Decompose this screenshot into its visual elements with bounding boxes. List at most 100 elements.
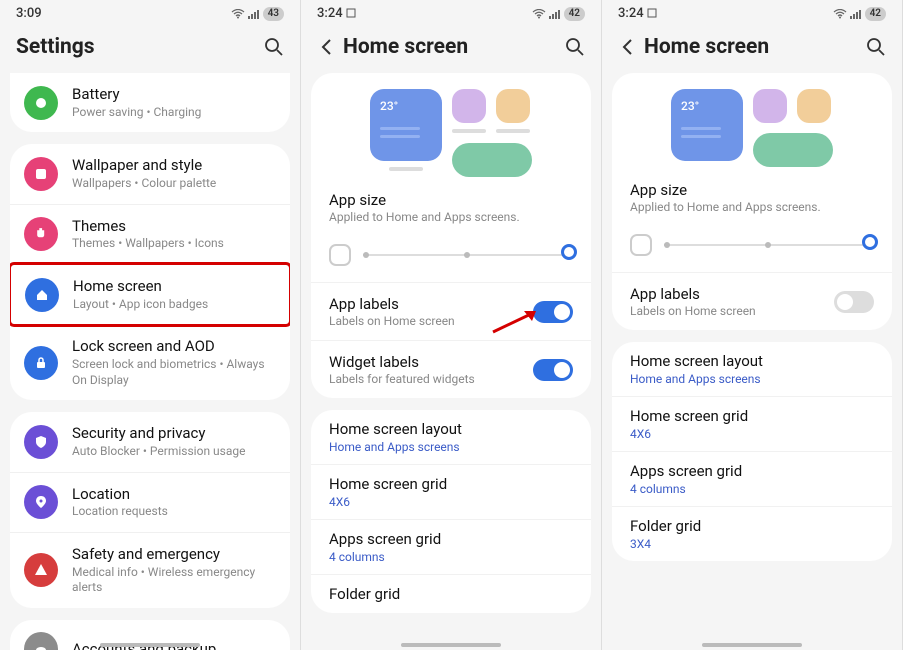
row-sub: Auto Blocker • Permission usage bbox=[72, 444, 276, 460]
slider-track[interactable] bbox=[664, 235, 874, 255]
widget-preview-icon bbox=[452, 143, 532, 177]
sect-title: App size bbox=[329, 191, 573, 209]
signal-icon bbox=[549, 9, 561, 19]
row-apps-grid[interactable]: Apps screen grid 4 columns bbox=[311, 519, 591, 574]
shield-icon bbox=[24, 425, 58, 459]
signal-icon bbox=[850, 9, 862, 19]
row-home-grid[interactable]: Home screen grid 4X6 bbox=[612, 396, 892, 451]
slider-thumb[interactable] bbox=[561, 244, 577, 260]
header: Home screen bbox=[301, 25, 601, 73]
toggle-title: Widget labels bbox=[329, 353, 533, 371]
phone-home-screen-labels-on: 3:24 42 Home screen 23° bbox=[301, 0, 602, 650]
app-preview-icon bbox=[496, 89, 530, 123]
nav-bar-icon[interactable] bbox=[401, 643, 501, 647]
sect-title: App size bbox=[630, 181, 874, 199]
widget-preview-icon bbox=[753, 133, 833, 167]
nav-bar-icon[interactable] bbox=[702, 643, 802, 647]
nav-sub: Home and Apps screens bbox=[630, 372, 874, 386]
home-icon bbox=[25, 278, 59, 312]
back-button[interactable] bbox=[618, 37, 644, 57]
toggle-text: Widget labels Labels for featured widget… bbox=[329, 353, 533, 386]
row-location[interactable]: Location Location requests bbox=[10, 472, 290, 532]
page-title: Settings bbox=[16, 35, 258, 59]
row-themes[interactable]: Themes Themes • Wallpapers • Icons bbox=[10, 204, 290, 264]
app-preview-icon bbox=[797, 89, 831, 123]
nav-sub: 4X6 bbox=[630, 427, 874, 441]
back-button[interactable] bbox=[317, 37, 343, 57]
row-app-labels[interactable]: App labels Labels on Home screen bbox=[612, 272, 892, 330]
row-title: Wallpaper and style bbox=[72, 156, 276, 175]
card-battery: Battery Power saving • Charging bbox=[10, 73, 290, 132]
row-sub: Wallpapers • Colour palette bbox=[72, 176, 276, 192]
row-battery[interactable]: Battery Power saving • Charging bbox=[10, 73, 290, 132]
status-icons: 42 bbox=[833, 7, 886, 21]
nav-bar-icon[interactable] bbox=[100, 643, 200, 647]
page-title: Home screen bbox=[644, 35, 860, 59]
section-app-size: App size Applied to Home and Apps screen… bbox=[612, 175, 892, 224]
nav-title: Apps screen grid bbox=[630, 462, 874, 480]
row-text: Safety and emergency Medical info • Wire… bbox=[72, 545, 276, 596]
row-home-layout[interactable]: Home screen layout Home and Apps screens bbox=[311, 410, 591, 464]
app-size-slider[interactable] bbox=[612, 224, 892, 272]
scroll: 23° App size Applied to Home and Apps sc… bbox=[301, 73, 601, 650]
row-folder-grid[interactable]: Folder grid 3X4 bbox=[612, 506, 892, 561]
row-safety[interactable]: Safety and emergency Medical info • Wire… bbox=[10, 532, 290, 608]
size-min-icon bbox=[630, 234, 652, 256]
row-text: Themes Themes • Wallpapers • Icons bbox=[72, 217, 276, 252]
nav-title: Home screen grid bbox=[630, 407, 874, 425]
chevron-left-icon bbox=[618, 37, 638, 57]
scroll: 23° App size Applied to Home and Apps sc… bbox=[602, 73, 902, 650]
nav-title: Home screen layout bbox=[329, 420, 573, 438]
row-text: Battery Power saving • Charging bbox=[72, 85, 276, 120]
row-sub: Power saving • Charging bbox=[72, 105, 276, 121]
lock-icon bbox=[24, 346, 58, 380]
preview-right bbox=[452, 89, 532, 177]
row-lock-screen[interactable]: Lock screen and AOD Screen lock and biom… bbox=[10, 325, 290, 400]
row-text: Wallpaper and style Wallpapers • Colour … bbox=[72, 156, 276, 191]
sect-sub: Applied to Home and Apps screens. bbox=[630, 200, 874, 214]
search-button[interactable] bbox=[258, 37, 284, 57]
nav-sub: 3X4 bbox=[630, 537, 874, 551]
page-title: Home screen bbox=[343, 35, 559, 59]
cloud-icon bbox=[24, 632, 58, 650]
alert-icon bbox=[24, 553, 58, 587]
search-button[interactable] bbox=[559, 37, 585, 57]
card-app-size: 23° App size Applied to Home and Apps sc… bbox=[311, 73, 591, 398]
toggle-text: App labels Labels on Home screen bbox=[630, 285, 834, 318]
row-home-layout[interactable]: Home screen layout Home and Apps screens bbox=[612, 342, 892, 396]
wifi-icon bbox=[833, 9, 847, 19]
row-text: Lock screen and AOD Screen lock and biom… bbox=[72, 337, 276, 388]
nav-sub: 4 columns bbox=[329, 550, 573, 564]
widget-preview-icon: 23° bbox=[671, 89, 743, 161]
card-app-size: 23° App size Applied to Home and Apps sc… bbox=[612, 73, 892, 330]
widget-temp: 23° bbox=[380, 99, 398, 113]
app-preview-icon bbox=[452, 89, 486, 123]
slider-thumb[interactable] bbox=[862, 234, 878, 250]
nav-title: Home screen layout bbox=[630, 352, 874, 370]
slider-track[interactable] bbox=[363, 245, 573, 265]
widget-labels-toggle[interactable] bbox=[533, 359, 573, 381]
card-nav: Home screen layout Home and Apps screens… bbox=[311, 410, 591, 613]
row-wallpaper[interactable]: Wallpaper and style Wallpapers • Colour … bbox=[10, 144, 290, 203]
highlight-home-screen: Home screen Layout • App icon badges bbox=[10, 262, 290, 327]
app-preview-icon bbox=[753, 89, 787, 123]
status-time: 3:24 bbox=[317, 6, 356, 21]
location-icon bbox=[24, 485, 58, 519]
row-security[interactable]: Security and privacy Auto Blocker • Perm… bbox=[10, 412, 290, 471]
row-title: Safety and emergency bbox=[72, 545, 276, 564]
row-folder-grid[interactable]: Folder grid bbox=[311, 574, 591, 613]
search-button[interactable] bbox=[860, 37, 886, 57]
wifi-icon bbox=[231, 9, 245, 19]
status-time: 3:09 bbox=[16, 6, 42, 21]
app-size-slider[interactable] bbox=[311, 234, 591, 282]
row-home-grid[interactable]: Home screen grid 4X6 bbox=[311, 464, 591, 519]
row-app-labels[interactable]: App labels Labels on Home screen bbox=[311, 282, 591, 340]
nav-sub: 4 columns bbox=[630, 482, 874, 496]
row-home-screen[interactable]: Home screen Layout • App icon badges bbox=[11, 265, 289, 324]
app-labels-toggle[interactable] bbox=[834, 291, 874, 313]
toggle-title: App labels bbox=[630, 285, 834, 303]
sect-sub: Applied to Home and Apps screens. bbox=[329, 210, 573, 224]
row-apps-grid[interactable]: Apps screen grid 4 columns bbox=[612, 451, 892, 506]
section-app-size: App size Applied to Home and Apps screen… bbox=[311, 185, 591, 234]
row-widget-labels[interactable]: Widget labels Labels for featured widget… bbox=[311, 340, 591, 398]
